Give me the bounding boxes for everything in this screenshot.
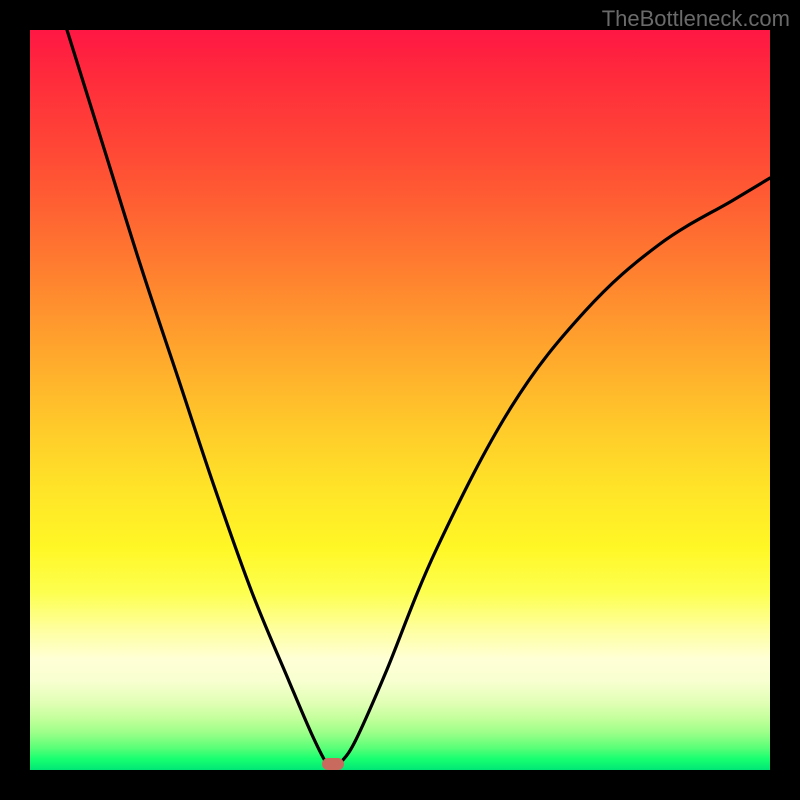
chart-frame xyxy=(30,30,770,770)
optimal-point-marker xyxy=(322,758,344,770)
watermark-text: TheBottleneck.com xyxy=(602,6,790,32)
bottleneck-curve xyxy=(30,30,770,770)
